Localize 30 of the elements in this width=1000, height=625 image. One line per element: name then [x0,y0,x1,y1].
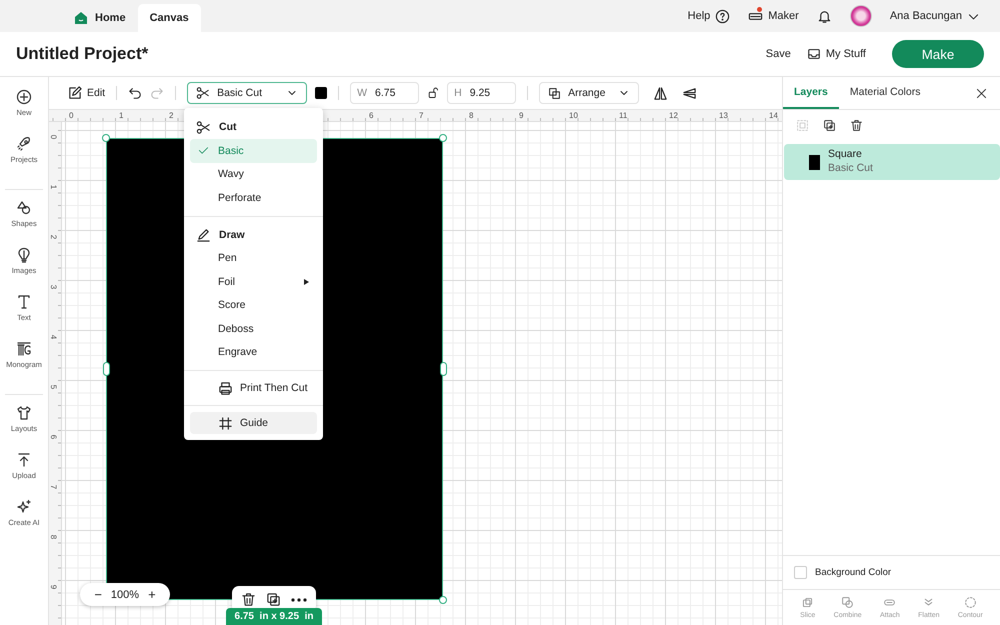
ruler-number: 2 [49,234,58,240]
checkbox-label: Background Color [815,567,892,578]
ruler-number: 5 [49,384,58,390]
ruler-number: 3 [49,284,58,290]
ruler-number: 7 [419,112,424,120]
ruler-number: 8 [49,534,58,540]
ruler-number: 11 [619,112,628,120]
ruler-number: 9 [519,112,524,120]
ruler-number: 9 [49,584,58,590]
ruler-number: 1 [119,112,124,120]
ruler-number: 6 [369,112,374,120]
size-label: 6.75 in x 9.25 in [226,608,322,625]
ruler-number: 0 [69,112,74,120]
ruler-number: 13 [719,112,728,120]
layer-operation: Basic Cut [828,162,873,176]
ruler-number: 4 [49,334,58,340]
ruler-number: 7 [49,484,58,490]
layer-name: Square [828,148,862,160]
ruler-number: 6 [49,434,58,440]
menu-heading: Cut [219,121,236,133]
menu-heading: Draw [219,228,245,240]
ruler-number: 12 [669,112,678,120]
ruler-number: 8 [469,112,474,120]
ruler-number: 1 [49,184,58,190]
project-title: Untitled Project* [16,44,148,64]
ruler-number: 14 [769,112,778,120]
ruler-number: 0 [49,134,58,140]
zoom-level: 100% [110,588,140,600]
ruler-number: 10 [569,112,578,120]
ruler-number: 2 [169,112,174,120]
